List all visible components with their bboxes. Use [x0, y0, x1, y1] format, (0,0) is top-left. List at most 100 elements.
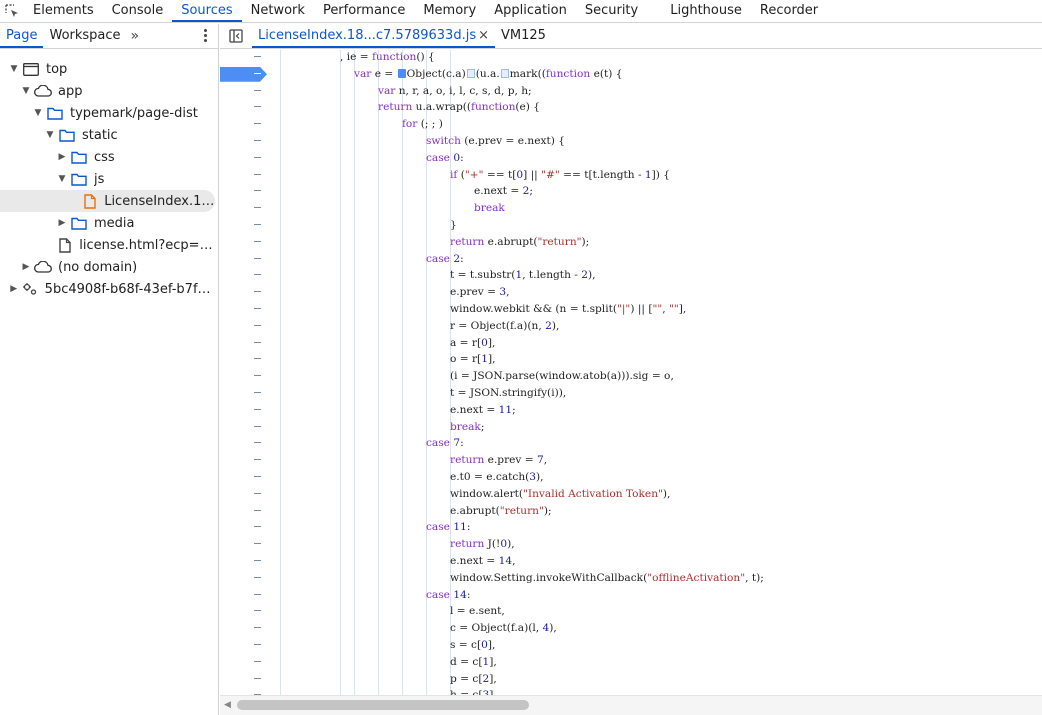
tab-recorder[interactable]: Recorder	[751, 0, 827, 22]
code-editor[interactable]: , ie = function() {var e = Object(c.a) (u…	[220, 50, 1042, 695]
editor-tab-vm125[interactable]: VM125	[495, 24, 552, 48]
tree-item-1[interactable]: ▼ app	[0, 80, 215, 102]
line-number[interactable]	[220, 284, 278, 301]
line-number[interactable]	[220, 200, 278, 217]
inline-breakpoint-icon[interactable]	[466, 68, 475, 78]
more-tabs-icon[interactable]: »	[127, 24, 144, 48]
inline-breakpoint-icon[interactable]	[397, 68, 406, 78]
line-number[interactable]	[220, 217, 278, 234]
code-token: "return"	[499, 504, 544, 517]
code-token: mark((	[509, 67, 546, 80]
line-number[interactable]	[220, 486, 278, 503]
line-gutter[interactable]	[220, 50, 278, 695]
line-number[interactable]	[220, 402, 278, 419]
tree-item-5[interactable]: ▼ js	[0, 168, 215, 190]
more-options-icon[interactable]	[202, 28, 208, 44]
line-number[interactable]	[220, 234, 278, 251]
code-token: () {	[416, 51, 435, 63]
expand-arrow-icon[interactable]: ▼	[20, 86, 32, 96]
tree-item-2[interactable]: ▼ typemark/page-dist	[0, 102, 215, 124]
tree-item-6[interactable]: LicenseIndex.18...	[0, 190, 215, 212]
tab-workspace[interactable]: Workspace	[43, 24, 126, 48]
line-number[interactable]	[220, 503, 278, 520]
navigator-pane: Page Workspace » ▼ top ▼ app ▼ typemark/page-…	[0, 24, 219, 715]
line-number[interactable]	[220, 351, 278, 368]
line-number[interactable]	[220, 251, 278, 268]
line-number[interactable]	[220, 553, 278, 570]
tree-item-7[interactable]: ▶ media	[0, 212, 215, 234]
expand-arrow-icon[interactable]: ▼	[32, 108, 44, 118]
line-number[interactable]	[220, 620, 278, 637]
line-number[interactable]	[220, 318, 278, 335]
line-number[interactable]	[220, 536, 278, 553]
tree-item-0[interactable]: ▼ top	[0, 58, 215, 80]
expand-arrow-icon[interactable]: ▼	[56, 174, 68, 184]
toggle-navigator-icon[interactable]	[220, 24, 252, 48]
expand-arrow-icon[interactable]: ▼	[44, 130, 56, 140]
tree-item-3[interactable]: ▼ static	[0, 124, 215, 146]
collapse-arrow-icon[interactable]: ▶	[8, 284, 19, 294]
line-number[interactable]	[220, 452, 278, 469]
inspect-element-icon[interactable]	[0, 0, 24, 22]
horizontal-scrollbar[interactable]: ◀	[220, 695, 1042, 715]
line-number[interactable]	[220, 50, 278, 66]
line-number[interactable]	[220, 587, 278, 604]
tab-security[interactable]: Security	[576, 0, 647, 22]
scrollbar-thumb[interactable]	[237, 700, 529, 710]
code-token: );	[543, 504, 552, 517]
tree-item-4[interactable]: ▶ css	[0, 146, 215, 168]
editor-tab-licenseindex[interactable]: LicenseIndex.18...c7.5789633d.js ×	[252, 24, 495, 48]
line-number[interactable]	[220, 469, 278, 486]
line-number[interactable]	[220, 116, 278, 133]
code-token: ),	[662, 487, 671, 500]
close-icon[interactable]: ×	[478, 28, 489, 43]
tab-application[interactable]: Application	[485, 0, 576, 22]
collapse-arrow-icon[interactable]: ▶	[20, 262, 32, 272]
line-number[interactable]	[220, 603, 278, 620]
line-number[interactable]	[220, 133, 278, 150]
collapse-arrow-icon[interactable]: ▶	[56, 152, 68, 162]
line-number[interactable]	[220, 183, 278, 200]
line-number[interactable]	[220, 167, 278, 184]
line-number[interactable]	[220, 671, 278, 688]
tab-performance[interactable]: Performance	[314, 0, 414, 22]
collapse-arrow-icon[interactable]: ▶	[56, 218, 68, 228]
tree-item-8[interactable]: license.html?ecp=56...	[0, 234, 215, 256]
tree-item-9[interactable]: ▶ (no domain)	[0, 256, 215, 278]
line-number[interactable]	[220, 435, 278, 452]
tab-memory[interactable]: Memory	[414, 0, 485, 22]
line-number[interactable]	[220, 687, 278, 695]
code-token: );	[581, 235, 590, 248]
line-number[interactable]	[220, 335, 278, 352]
code-token: 1	[481, 353, 488, 366]
scroll-left-icon[interactable]: ◀	[224, 700, 231, 710]
breakpoint-marker[interactable]	[220, 66, 267, 82]
line-number[interactable]	[220, 637, 278, 654]
code-token: :	[460, 437, 464, 450]
tab-lighthouse[interactable]: Lighthouse	[661, 0, 751, 22]
line-dash	[254, 375, 261, 377]
line-number[interactable]	[220, 419, 278, 436]
line-number[interactable]	[220, 301, 278, 318]
tab-elements[interactable]: Elements	[24, 0, 103, 22]
tab-network[interactable]: Network	[242, 0, 314, 22]
line-number[interactable]	[220, 267, 278, 284]
file-icon	[57, 237, 73, 253]
tab-sources[interactable]: Sources	[172, 0, 242, 22]
line-number[interactable]	[220, 150, 278, 167]
tree-item-10[interactable]: ▶ 5bc4908f-b68f-43ef-b7f8-...	[0, 278, 215, 300]
line-number[interactable]	[220, 519, 278, 536]
line-number[interactable]	[220, 66, 278, 83]
line-number[interactable]	[220, 654, 278, 671]
line-number[interactable]	[220, 385, 278, 402]
expand-arrow-icon[interactable]: ▼	[8, 64, 20, 74]
tab-page[interactable]: Page	[0, 24, 44, 48]
line-number[interactable]	[220, 368, 278, 385]
tab-console[interactable]: Console	[103, 0, 173, 22]
line-number[interactable]	[220, 99, 278, 116]
code-token: ],	[487, 336, 496, 349]
cloud-icon	[34, 260, 52, 274]
line-number[interactable]	[220, 83, 278, 100]
inline-breakpoint-icon[interactable]	[500, 68, 509, 78]
line-number[interactable]	[220, 570, 278, 587]
